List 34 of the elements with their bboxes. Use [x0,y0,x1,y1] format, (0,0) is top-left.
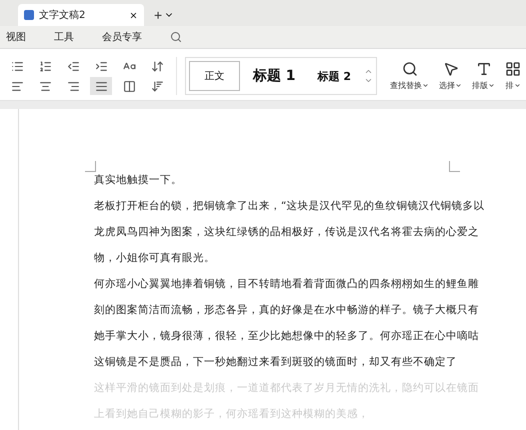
menu-item[interactable]: 视图 [6,30,38,44]
text-layout-icon [476,61,492,77]
new-tab-button[interactable]: + [154,4,162,26]
search-icon[interactable] [170,31,182,43]
paragraph-text: 刻的图案简洁而流畅，形态各异，真的好像是在水中畅游的样子。镜子大概只有 [94,303,480,318]
paragraph-text: 物，小姐你可真有眼光。 [94,251,216,266]
cursor-icon [442,61,458,77]
scroll-down-icon[interactable] [364,76,373,85]
toolbar-button[interactable]: 选择 [434,61,467,91]
paragraph-text: 何亦瑶小心翼翼地捧着铜镜，目不转睛地看着背面微凸的四条栩栩如生的鲤鱼雕 [94,277,480,292]
justify-icon[interactable] [90,77,112,95]
arrange-icon [505,61,521,77]
toolbar-button[interactable]: 排版 [467,61,500,91]
close-icon[interactable] [129,10,138,20]
document-tab[interactable]: 文字文稿2 [18,4,144,26]
document-icon [24,10,34,20]
chevron-down-icon [422,82,429,89]
margin-corner-mark [85,161,96,172]
chevron-down-icon [514,82,520,89]
menu-item[interactable]: 会员专享 [102,30,154,44]
scroll-up-icon[interactable] [364,67,373,76]
chevron-down-icon [455,82,462,89]
style-option[interactable]: 正文 [189,61,240,91]
paragraph-text: 龙虎凤鸟四神为图案，这块红绿锈的品相极好，传说是汉代名将霍去病的心爱之 [94,225,480,240]
menu-item[interactable]: 工具 [54,30,86,44]
toolbar-button[interactable]: 排 [500,61,526,91]
margin-corner-mark [449,161,460,172]
toolbar-button[interactable]: 查找替换 [385,61,434,91]
paragraph-text: 真实地触摸一下。 [94,173,183,188]
search-icon [402,61,418,77]
paragraph-text: 这铜镜是不是赝品，下一秒她翻过来看到斑驳的镜面时，却又有些不确定了 [94,355,458,370]
paragraph-text: 她手掌大小，镜身很薄，很轻，至少比她想像中的轻多了。何亦瑶正在心中嘀咕 [94,329,480,344]
chevron-down-icon [488,82,495,89]
paragraph-text: 老板打开柜台的锁，把铜镜拿了出来，“这块是汉代罕见的鱼纹铜镜汉代铜镜多以 [94,199,486,214]
